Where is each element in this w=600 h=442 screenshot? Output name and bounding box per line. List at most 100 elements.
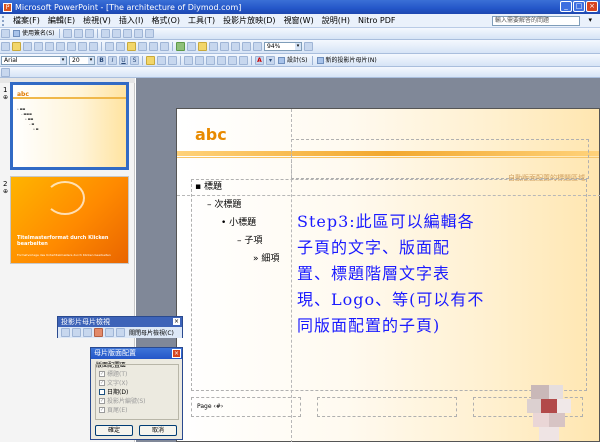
insert-chart-icon[interactable] (176, 42, 185, 51)
text-checkbox: ✓ 文字(X) (96, 378, 178, 387)
menu-help[interactable]: 說明(H) (318, 15, 354, 26)
bold-button[interactable]: B (97, 55, 106, 65)
increase-font-icon[interactable] (206, 55, 215, 65)
color-grayscale-icon[interactable] (253, 42, 262, 51)
show-formatting-icon[interactable] (231, 42, 240, 51)
slide-master-canvas[interactable]: abc 自動版面配置的標題區域 Page ‹#› ▪ 標題 – 次標題 • 小標… (176, 108, 600, 442)
menu-format[interactable]: 格式(O) (147, 15, 184, 26)
zoom-value: 94% (267, 43, 281, 50)
menu-file[interactable]: 檔案(F) (9, 15, 44, 26)
print-icon[interactable] (56, 42, 65, 51)
insert-table-icon[interactable] (187, 42, 196, 51)
font-value: Arial (4, 56, 18, 64)
font-color-dropdown-icon[interactable]: ▾ (266, 55, 275, 65)
insert-slide-master-icon[interactable] (61, 328, 70, 337)
menu-nitro-pdf[interactable]: Nitro PDF (354, 16, 399, 25)
more-icon[interactable] (144, 29, 154, 38)
rename-master-icon[interactable] (105, 328, 114, 337)
expand-all-icon[interactable] (220, 42, 229, 51)
use-signature-button[interactable]: 使用簽名(S) (11, 29, 57, 38)
master-layout-icon[interactable] (116, 328, 125, 337)
delete-master-icon[interactable] (83, 328, 92, 337)
cancel-button[interactable]: 取消 (139, 425, 177, 436)
design-button[interactable]: 設計(S) (276, 56, 310, 65)
slide-thumbnail-1[interactable]: abc • ▬▬ – ▬▬▬ • ▬▬ – ▬ » ▬ (10, 82, 129, 170)
horizontal-guide[interactable] (177, 195, 600, 196)
underline-button[interactable]: U (119, 55, 128, 65)
tables-borders-icon[interactable] (198, 42, 207, 51)
italic-button[interactable]: I (108, 55, 117, 65)
show-grid-icon[interactable] (242, 42, 251, 51)
menu-tools[interactable]: 工具(T) (184, 15, 219, 26)
ok-button[interactable]: 確定 (95, 425, 133, 436)
verify-icon[interactable] (73, 29, 83, 38)
permission-icon[interactable] (34, 42, 43, 51)
slide-thumbnail-2[interactable]: Titelmasterformat durch Klicken bearbeit… (10, 176, 129, 264)
menu-slideshow[interactable]: 投影片放映(D) (219, 15, 279, 26)
date-checkbox[interactable]: 日期(D) (96, 387, 178, 396)
increase-indent-icon[interactable] (239, 55, 248, 65)
footer-placeholder[interactable] (317, 397, 457, 417)
align-left-icon[interactable] (146, 55, 155, 65)
bullet-level-1-text: 標題 (203, 182, 222, 192)
master-toolbar-close-icon[interactable]: × (173, 318, 180, 325)
decrease-font-icon[interactable] (217, 55, 226, 65)
menu-insert[interactable]: 插入(I) (115, 15, 148, 26)
new-icon[interactable] (1, 42, 10, 51)
sign-icon[interactable] (62, 29, 72, 38)
minimize-button[interactable]: _ (560, 1, 572, 12)
use-signature-label: 使用簽名(S) (22, 30, 55, 37)
print-preview-icon[interactable] (67, 42, 76, 51)
undo-icon[interactable] (149, 42, 158, 51)
font-select[interactable]: Arial ▾ (1, 55, 67, 65)
align-right-icon[interactable] (168, 55, 177, 65)
annotation-line: 置、標題階層文字表 (297, 264, 451, 283)
save-icon[interactable] (23, 42, 32, 51)
font-color-icon[interactable]: A (255, 55, 264, 65)
shadow-button[interactable]: S (130, 55, 139, 65)
spelling-icon[interactable] (78, 42, 87, 51)
bullet-level-5: » 細項 (253, 254, 280, 264)
preserve-master-icon[interactable] (94, 328, 103, 337)
standard-toolbar: 94% ▾ (0, 40, 600, 54)
decrease-indent-icon[interactable] (228, 55, 237, 65)
menu-edit[interactable]: 編輯(E) (44, 15, 79, 26)
delete-icon[interactable] (122, 29, 132, 38)
numbering-icon[interactable] (184, 55, 193, 65)
dialog-close-icon[interactable]: × (172, 349, 181, 358)
vertical-guide[interactable] (291, 109, 292, 442)
align-center-icon[interactable] (157, 55, 166, 65)
paste-icon[interactable] (127, 42, 136, 51)
insert-hyperlink-icon[interactable] (209, 42, 218, 51)
new-slide-master-button[interactable]: 新的投影片母片(N) (315, 56, 379, 65)
menubar-grip[interactable] (2, 15, 5, 26)
redo-icon[interactable] (160, 42, 169, 51)
cut-icon[interactable] (133, 29, 143, 38)
close-button[interactable]: × (586, 1, 598, 12)
copy-icon[interactable] (116, 42, 125, 51)
insert-title-master-icon[interactable] (72, 328, 81, 337)
format-painter-icon[interactable] (138, 42, 147, 51)
italic-small-icon[interactable] (111, 29, 121, 38)
slide-number: 1 (3, 86, 8, 94)
master-toolbar-titlebar[interactable]: 投影片母片檢視 × (58, 317, 182, 327)
encrypt-icon[interactable] (84, 29, 94, 38)
toolbar-grip-icon[interactable] (1, 67, 10, 77)
email-icon[interactable] (45, 42, 54, 51)
cut-icon[interactable] (105, 42, 114, 51)
bullets-icon[interactable] (195, 55, 204, 65)
maximize-button[interactable]: □ (573, 1, 585, 12)
menu-view[interactable]: 檢視(V) (79, 15, 115, 26)
font-size-select[interactable]: 20 ▾ (69, 55, 95, 65)
menu-window[interactable]: 視窗(W) (280, 15, 318, 26)
toolbar-grip-icon[interactable] (1, 29, 10, 38)
help-dropdown-icon[interactable]: ▾ (588, 16, 592, 24)
bold-small-icon[interactable] (100, 29, 110, 38)
help-icon[interactable] (304, 42, 313, 51)
research-icon[interactable] (89, 42, 98, 51)
master-layout-dialog-titlebar[interactable]: 母片版面配置 × (91, 348, 182, 359)
help-search-input[interactable]: 輸入需要解答的問題 (492, 16, 580, 26)
zoom-select[interactable]: 94% ▾ (264, 42, 302, 51)
close-master-view-button[interactable]: 關閉母片檢視(C) (129, 328, 174, 337)
open-icon[interactable] (12, 42, 21, 51)
